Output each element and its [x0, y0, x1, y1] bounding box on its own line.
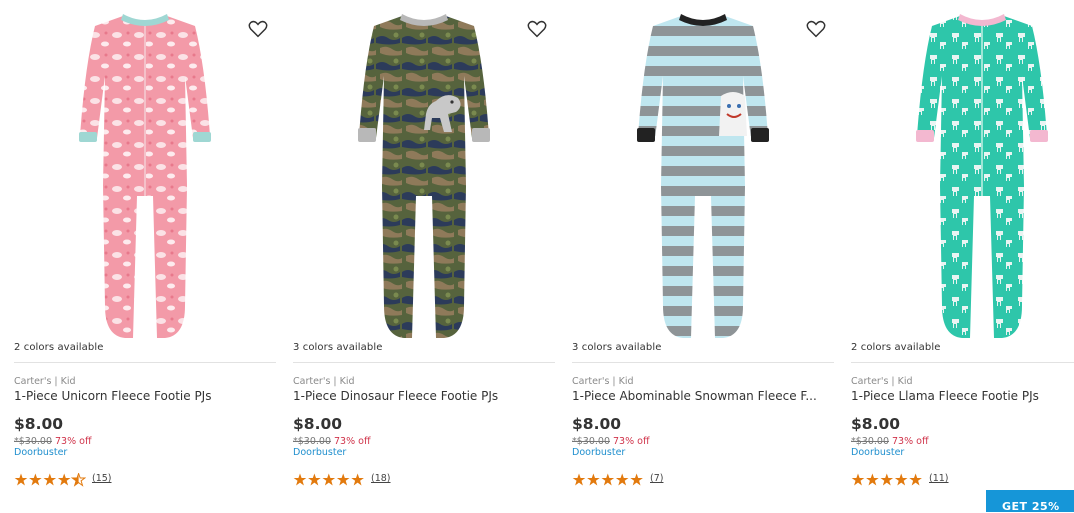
review-count-link[interactable]: (7): [650, 473, 663, 484]
product-title-link[interactable]: 1-Piece Llama Fleece Footie PJs: [851, 389, 1074, 403]
product-title-link[interactable]: 1-Piece Unicorn Fleece Footie PJs: [14, 389, 276, 403]
sale-price: $8.00: [14, 415, 64, 433]
colors-available[interactable]: 2 colors available: [851, 342, 941, 353]
unicorn-pajama-image: [79, 14, 211, 338]
divider: [14, 362, 276, 363]
brand-label: Carter's | Kid: [572, 376, 634, 387]
discount-percent: 73% off: [334, 436, 371, 447]
star-rating-icon: [851, 473, 922, 486]
doorbuster-tag[interactable]: Doorbuster: [293, 447, 346, 458]
colors-available[interactable]: 3 colors available: [572, 342, 662, 353]
discount-percent: 73% off: [55, 436, 92, 447]
original-price-line: *$30.00 73% off: [572, 436, 650, 447]
snowman-graphic: [719, 92, 747, 136]
product-title-link[interactable]: 1-Piece Abominable Snowman Fleece F...: [572, 389, 834, 403]
brand-label: Carter's | Kid: [851, 376, 913, 387]
brand-label: Carter's | Kid: [293, 376, 355, 387]
product-image[interactable]: [851, 6, 1074, 340]
heart-icon[interactable]: [526, 18, 548, 40]
original-price-line: *$30.00 73% off: [293, 436, 371, 447]
divider: [572, 362, 834, 363]
original-price-line: *$30.00 73% off: [14, 436, 92, 447]
sale-price: $8.00: [293, 415, 343, 433]
product-grid: 2 colors available Carter's | Kid 1-Piec…: [0, 0, 1074, 512]
dinosaur-pajama-image: [358, 14, 490, 338]
colors-available[interactable]: 2 colors available: [14, 342, 104, 353]
colors-available[interactable]: 3 colors available: [293, 342, 383, 353]
product-title-link[interactable]: 1-Piece Dinosaur Fleece Footie PJs: [293, 389, 555, 403]
product-card[interactable]: 2 colors available Carter's | Kid 1-Piec…: [14, 0, 276, 512]
star-rating-icon: [572, 473, 643, 486]
doorbuster-tag[interactable]: Doorbuster: [851, 447, 904, 458]
product-image[interactable]: [14, 6, 276, 340]
original-price: *$30.00: [572, 436, 610, 447]
heart-icon[interactable]: [805, 18, 827, 40]
original-price: *$30.00: [293, 436, 331, 447]
review-count-link[interactable]: (11): [929, 473, 949, 484]
llama-pajama-image: [916, 14, 1048, 338]
star-rating-icon: [14, 473, 86, 487]
promo-button[interactable]: GET 25%: [986, 490, 1074, 513]
product-card[interactable]: 3 colors available Carter's | Kid 1-Piec…: [293, 0, 555, 512]
product-image[interactable]: [572, 6, 834, 340]
sale-price: $8.00: [572, 415, 622, 433]
star-rating-icon: [293, 473, 364, 486]
doorbuster-tag[interactable]: Doorbuster: [14, 447, 67, 458]
original-price-line: *$30.00 73% off: [851, 436, 929, 447]
brand-label: Carter's | Kid: [14, 376, 76, 387]
original-price: *$30.00: [851, 436, 889, 447]
product-card[interactable]: 3 colors available Carter's | Kid 1-Piec…: [572, 0, 834, 512]
discount-percent: 73% off: [892, 436, 929, 447]
product-card[interactable]: 2 colors available Carter's | Kid 1-Piec…: [851, 0, 1074, 512]
sale-price: $8.00: [851, 415, 901, 433]
doorbuster-tag[interactable]: Doorbuster: [572, 447, 625, 458]
snowman-pajama-image: [637, 14, 769, 338]
review-count-link[interactable]: (15): [92, 473, 112, 484]
divider: [851, 362, 1074, 363]
product-image[interactable]: [293, 6, 555, 340]
divider: [293, 362, 555, 363]
review-count-link[interactable]: (18): [371, 473, 391, 484]
heart-icon[interactable]: [247, 18, 269, 40]
original-price: *$30.00: [14, 436, 52, 447]
discount-percent: 73% off: [613, 436, 650, 447]
